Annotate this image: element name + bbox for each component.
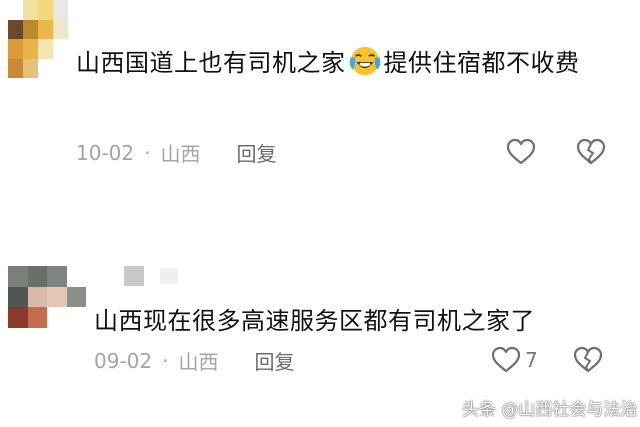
broken-heart-icon — [573, 346, 603, 373]
comment-meta: 09-02 · 山西 回复 — [94, 346, 294, 375]
like-button[interactable] — [506, 138, 536, 166]
avatar-pixel — [47, 266, 67, 287]
avatar-pixel — [27, 307, 47, 328]
avatar-pixel — [23, 39, 38, 59]
avatar[interactable] — [8, 0, 68, 78]
comment-meta: 10-02 · 山西 回复 — [76, 138, 276, 167]
heart-icon — [506, 138, 536, 165]
avatar-pixel — [66, 286, 86, 308]
reply-button[interactable]: 回复 — [254, 346, 294, 375]
broken-heart-icon — [576, 138, 606, 165]
meta-separator: · — [162, 348, 169, 373]
heart-icon — [491, 346, 521, 373]
avatar-pixel — [8, 266, 28, 287]
laugh-cry-emoji-icon — [349, 46, 380, 76]
avatar-pixel — [38, 39, 53, 59]
comment-item: 山西国道上也有司机之家 提供住宿都不收费 10-02 · 山西 回复 — [0, 0, 640, 190]
avatar-pixel — [27, 286, 47, 308]
comment-item: 山西现在很多高速服务区都有司机之家了 09-02 · 山西 回复 7 — [0, 258, 640, 378]
avatar-pixel — [53, 19, 68, 39]
comment-location: 山西 — [178, 350, 219, 374]
username-blurred — [160, 268, 178, 284]
comment-location: 山西 — [160, 142, 201, 166]
comment-text: 山西现在很多高速服务区都有司机之家了 — [94, 307, 535, 335]
avatar-pixel — [27, 266, 47, 287]
comment-text-part: 提供住宿都不收费 — [383, 49, 580, 77]
avatar-pixel — [8, 0, 23, 20]
avatar-pixel — [53, 58, 68, 78]
avatar-pixel — [38, 19, 53, 39]
avatar-pixel — [53, 0, 68, 20]
meta-separator: · — [144, 140, 151, 165]
like-count: 7 — [525, 348, 538, 372]
avatar-pixel — [47, 307, 67, 328]
avatar-pixel — [53, 39, 68, 59]
avatar-pixel — [8, 19, 23, 39]
avatar-pixel — [8, 286, 28, 308]
dislike-button[interactable] — [573, 346, 603, 374]
comment-text-part: 山西国道上也有司机之家 — [76, 49, 346, 77]
comment-date: 10-02 — [76, 140, 135, 165]
comment-date: 09-02 — [94, 348, 153, 373]
avatar-pixel — [38, 58, 53, 78]
avatar-pixel — [8, 58, 23, 78]
dislike-button[interactable] — [576, 138, 606, 166]
avatar-pixel — [8, 39, 23, 59]
username-blurred — [124, 266, 144, 286]
avatar-pixel — [38, 0, 53, 20]
like-button[interactable]: 7 — [491, 346, 538, 374]
comment-text: 山西国道上也有司机之家 提供住宿都不收费 — [76, 43, 606, 83]
watermark: 头条 @山西社会与法治 — [462, 400, 638, 420]
avatar-pixel — [66, 266, 86, 287]
avatar-pixel — [66, 307, 86, 328]
avatar-pixel — [23, 19, 38, 39]
avatar[interactable] — [8, 266, 86, 328]
reply-button[interactable]: 回复 — [236, 138, 276, 167]
avatar-pixel — [8, 307, 28, 328]
avatar-pixel — [23, 0, 38, 20]
avatar-pixel — [47, 286, 67, 308]
avatar-pixel — [23, 58, 38, 78]
